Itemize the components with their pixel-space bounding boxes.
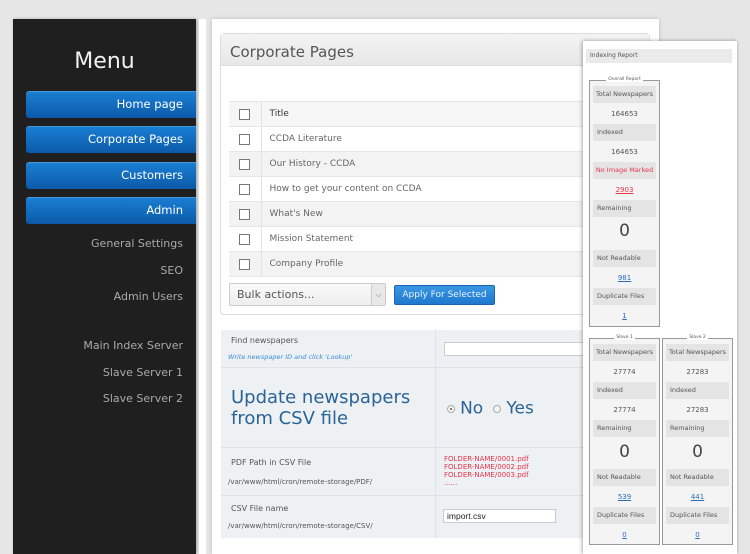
row-checkbox[interactable] bbox=[239, 158, 251, 170]
overall-report-legend: Overall Report bbox=[606, 77, 643, 82]
csv-file-input[interactable] bbox=[443, 509, 556, 523]
slave-1-remaining-value: 0 bbox=[619, 442, 630, 462]
menu-home-page-button[interactable]: Home page bbox=[26, 91, 196, 118]
slave-2-total-label: Total Newspapers bbox=[666, 344, 729, 361]
slave-1-indexed-value: 27774 bbox=[613, 406, 636, 414]
slave-2-remaining-value: 0 bbox=[692, 442, 703, 462]
row-checkbox[interactable] bbox=[239, 133, 251, 145]
sidebar-link-slave-server-2[interactable]: Slave Server 2 bbox=[103, 392, 183, 405]
overall-total-value: 164653 bbox=[611, 110, 638, 118]
slave-1-duplicate-label: Duplicate Files bbox=[593, 507, 656, 524]
bulk-actions-select[interactable]: Bulk actions... ⌵ bbox=[229, 283, 386, 306]
overall-no-image-label: No Image Marked bbox=[593, 162, 656, 179]
sidebar-link-admin-users[interactable]: Admin Users bbox=[114, 290, 183, 303]
slave-1-duplicate-link[interactable]: 0 bbox=[590, 531, 659, 539]
apply-for-selected-button[interactable]: Apply For Selected bbox=[394, 285, 495, 305]
overall-no-image-link[interactable]: 2903 bbox=[590, 186, 659, 194]
slave-1-indexed-label: Indexed bbox=[593, 382, 656, 399]
overall-remaining-value: 0 bbox=[619, 221, 630, 241]
slave-2-indexed-label: Indexed bbox=[666, 382, 729, 399]
chevron-down-icon[interactable]: ⌵ bbox=[371, 284, 385, 305]
update-csv-label: Update newspapers from CSV file bbox=[231, 387, 411, 429]
radio-yes-label[interactable]: Yes bbox=[506, 399, 533, 419]
overall-duplicate-label: Duplicate Files bbox=[593, 288, 656, 305]
menu-customers-button[interactable]: Customers bbox=[26, 162, 196, 189]
overall-indexed-value: 164653 bbox=[611, 148, 638, 156]
pdf-path-label: PDF Path in CSV File bbox=[231, 458, 312, 467]
slave-2-legend: Slave 2 bbox=[687, 335, 708, 340]
overall-not-readable-link[interactable]: 981 bbox=[590, 274, 659, 282]
slave-2-fieldset: Slave 2 Total Newspapers 27283 Indexed 2… bbox=[662, 335, 733, 545]
slave-2-duplicate-link[interactable]: 0 bbox=[663, 531, 732, 539]
sidebar-link-general-settings[interactable]: General Settings bbox=[91, 237, 183, 250]
slave-1-total-label: Total Newspapers bbox=[593, 344, 656, 361]
divider bbox=[199, 19, 206, 554]
slave-2-indexed-value: 27283 bbox=[686, 406, 709, 414]
radio-no[interactable] bbox=[447, 404, 455, 413]
bulk-actions-value: Bulk actions... bbox=[237, 288, 315, 301]
radio-yes[interactable] bbox=[493, 404, 502, 413]
slave-1-total-value: 27774 bbox=[613, 368, 636, 376]
overall-remaining-label: Remaining bbox=[593, 200, 656, 217]
pdf-path-value: /var/www/html/cron/remote-storage/PDF/ bbox=[228, 478, 373, 486]
slave-2-total-value: 27283 bbox=[686, 368, 709, 376]
row-checkbox[interactable] bbox=[239, 183, 251, 195]
indexing-report-panel: Indexing Report Overall Report Total New… bbox=[583, 41, 737, 554]
slave-2-duplicate-label: Duplicate Files bbox=[666, 507, 729, 524]
menu-admin-button[interactable]: Admin bbox=[26, 197, 196, 224]
sidebar-link-main-index-server[interactable]: Main Index Server bbox=[83, 339, 183, 352]
slave-2-not-readable-label: Not Readable bbox=[666, 469, 729, 486]
find-newspapers-input[interactable] bbox=[444, 342, 594, 356]
slave-1-remaining-label: Remaining bbox=[593, 420, 656, 437]
overall-report-fieldset: Overall Report Total Newspapers 164653 I… bbox=[589, 77, 660, 327]
sidebar-title: Menu bbox=[74, 49, 135, 74]
overall-total-label: Total Newspapers bbox=[593, 86, 656, 103]
sidebar-link-slave-server-1[interactable]: Slave Server 1 bbox=[103, 366, 183, 379]
update-csv-radio-group: No Yes bbox=[447, 398, 534, 419]
sidebar-link-seo[interactable]: SEO bbox=[160, 264, 183, 277]
slave-2-remaining-label: Remaining bbox=[666, 420, 729, 437]
indexing-report-title: Indexing Report bbox=[586, 49, 732, 63]
row-checkbox[interactable] bbox=[239, 208, 251, 220]
menu-corporate-pages-button[interactable]: Corporate Pages bbox=[26, 126, 196, 153]
overall-duplicate-link[interactable]: 1 bbox=[590, 312, 659, 320]
find-newspapers-label: Find newspapers bbox=[231, 336, 299, 345]
radio-no-label[interactable]: No bbox=[460, 399, 483, 419]
sidebar: Menu Home page Corporate Pages Customers… bbox=[13, 19, 196, 554]
row-checkbox[interactable] bbox=[239, 258, 251, 270]
slave-1-legend: Slave 1 bbox=[614, 335, 635, 340]
overall-not-readable-label: Not Readable bbox=[593, 250, 656, 267]
slave-1-not-readable-label: Not Readable bbox=[593, 469, 656, 486]
slave-1-not-readable-link[interactable]: 539 bbox=[590, 493, 659, 501]
slave-2-not-readable-link[interactable]: 441 bbox=[663, 493, 732, 501]
overall-indexed-label: Indexed bbox=[593, 124, 656, 141]
select-all-checkbox[interactable] bbox=[239, 108, 251, 120]
pdf-path-examples: FOLDER-NAME/0001.pdf FOLDER-NAME/0002.pd… bbox=[444, 455, 529, 487]
csv-file-label: CSV File name bbox=[231, 504, 289, 513]
csv-path-value: /var/www/html/cron/remote-storage/CSV/ bbox=[228, 522, 373, 530]
row-checkbox[interactable] bbox=[239, 233, 251, 245]
find-newspapers-hint: Write newspaper ID and click 'Lookup' bbox=[228, 353, 353, 361]
slave-1-fieldset: Slave 1 Total Newspapers 27774 Indexed 2… bbox=[589, 335, 660, 545]
